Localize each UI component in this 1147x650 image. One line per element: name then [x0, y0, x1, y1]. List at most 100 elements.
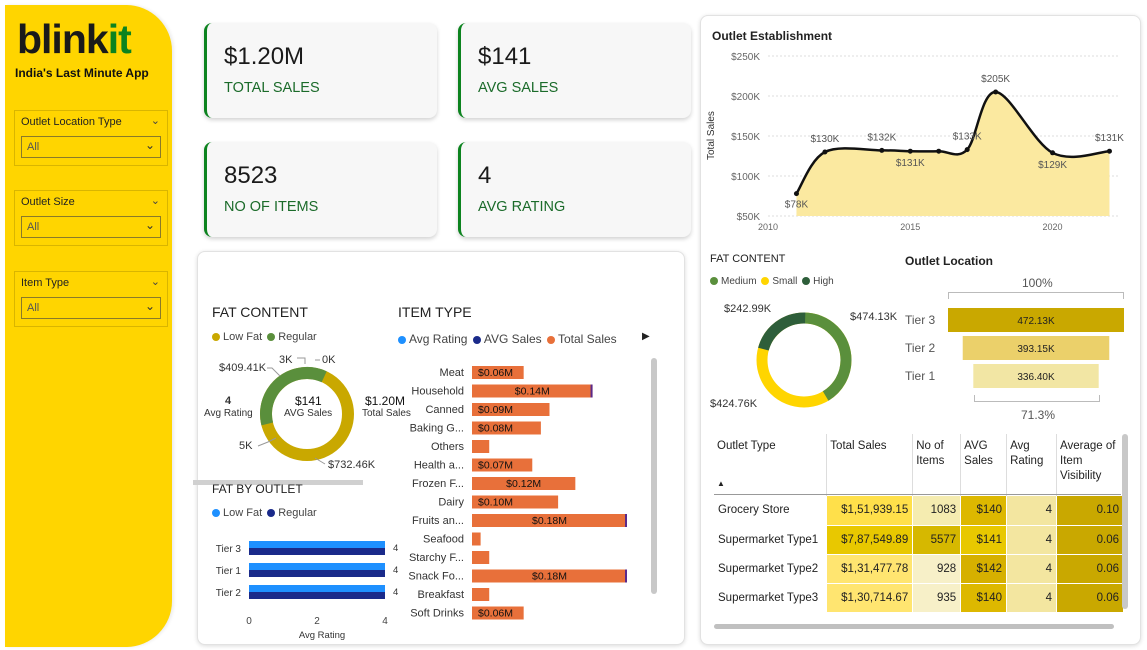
legend-dot	[802, 277, 811, 285]
data-label: 5K	[239, 440, 253, 452]
data-point	[993, 89, 999, 95]
col-header[interactable]: Average of Item Visibility	[1057, 434, 1124, 496]
chevron-down-icon[interactable]: ⌄	[151, 114, 160, 127]
vertical-scrollbar[interactable]	[651, 358, 657, 594]
table-header-divider	[714, 494, 1121, 495]
outlet-type-table: Outlet Type ▲ Total Sales No of Items AVG…	[714, 434, 1124, 626]
col-header[interactable]: AVG Sales	[960, 434, 1008, 496]
table-cell: $1,51,939.15	[826, 496, 914, 526]
bar-low-fat	[249, 541, 385, 548]
col-header[interactable]: Avg Rating	[1006, 434, 1058, 496]
bar	[472, 532, 481, 546]
table-horizontal-scrollbar[interactable]	[714, 624, 1114, 629]
kpi-no-of-items: 8523 NO OF ITEMS	[204, 142, 437, 237]
table-row[interactable]: Supermarket Type2 $1,31,477.78 928 $142 4 0.0…	[714, 554, 1124, 584]
value-label: 336.40K	[1017, 372, 1055, 383]
dropdown-outlet-size[interactable]: All ⌄	[21, 216, 161, 238]
point-label: $130K	[810, 134, 839, 145]
bar-low-fat	[249, 585, 385, 592]
category-label: Baking G...	[410, 423, 464, 435]
kpi-value: $141	[478, 43, 532, 70]
table-cell: 1083	[912, 496, 962, 526]
data-label: $474.13K	[850, 311, 898, 323]
bar-edge	[590, 384, 593, 398]
kpi-avg-rating: 4 AVG RATING	[458, 142, 691, 237]
table-cell: $1,31,477.78	[826, 554, 914, 584]
value-label: $0.18M	[532, 571, 567, 583]
y-tick-label: $250K	[731, 52, 760, 63]
kpi-label: TOTAL SALES	[224, 80, 320, 96]
point-label: $131K	[1095, 133, 1124, 144]
table-cell: $142	[960, 554, 1008, 584]
point-label: $133K	[953, 132, 982, 143]
category-label: Fruits an...	[412, 515, 464, 527]
item-type-title: ITEM TYPE	[398, 304, 472, 320]
table-row[interactable]: Supermarket Type1 $7,87,549.89 5577 $141 4 0.…	[714, 525, 1124, 555]
x-tick-label: 4	[382, 616, 388, 627]
table-row[interactable]: Grocery Store $1,51,939.15 1083 $140 4 0.10	[714, 496, 1124, 526]
data-label: $409.41K	[219, 362, 267, 374]
category-label: Health a...	[414, 460, 464, 472]
funnel-bottom-label: 71.3%	[1021, 408, 1056, 422]
chevron-down-icon[interactable]: ⌄	[151, 275, 160, 288]
kpi-label: NO OF ITEMS	[224, 199, 319, 215]
funnel-bracket-bottom	[974, 395, 1100, 402]
col-header[interactable]: Total Sales	[826, 434, 914, 496]
table-cell: 928	[912, 554, 962, 584]
y-tick-label: $50K	[737, 212, 761, 223]
fat-by-outlet-title: FAT BY OUTLET	[212, 482, 303, 496]
x-tick-label: 0	[246, 616, 252, 627]
table-cell: 0.06	[1056, 554, 1124, 584]
dropdown-item-type[interactable]: All ⌄	[21, 297, 161, 319]
category-label: Snack Fo...	[408, 571, 464, 583]
slicer-outlet-location-type[interactable]: Outlet Location Type ⌄ All ⌄	[14, 110, 168, 166]
col-header[interactable]: No of Items	[912, 434, 962, 496]
kpi-total-sales: $1.20M TOTAL SALES	[204, 23, 437, 118]
sidebar: blinkit India's Last Minute App Outlet L…	[5, 5, 172, 647]
category-label: Tier 2	[216, 588, 242, 599]
fat-content-2-donut	[756, 312, 852, 408]
col-header[interactable]: Outlet Type ▲	[714, 434, 828, 496]
fat-content-legend: Low Fat Regular	[212, 331, 317, 343]
y-tick-label: $150K	[731, 132, 760, 143]
slicer-title: Outlet Location Type	[21, 116, 122, 128]
data-label: 0K	[322, 354, 336, 366]
table-cell: 0.06	[1056, 583, 1124, 613]
category-label: Tier 1	[216, 566, 242, 577]
value-label: 4	[393, 543, 398, 554]
category-label: Frozen F...	[412, 478, 464, 490]
legend-next-arrow-icon[interactable]: ▶	[642, 331, 650, 342]
table-cell: Supermarket Type2	[714, 554, 828, 584]
x-tick-label: 2020	[1043, 222, 1063, 232]
slicer-outlet-size[interactable]: Outlet Size ⌄ All ⌄	[14, 190, 168, 246]
category-label: Household	[411, 386, 464, 398]
dropdown-outlet-location-type[interactable]: All ⌄	[21, 136, 161, 158]
data-label: $424.76K	[710, 398, 758, 410]
table-cell: 4	[1006, 496, 1058, 526]
fat-content-title: FAT CONTENT	[212, 304, 308, 320]
category-label: Tier 3	[216, 544, 242, 555]
data-point	[1106, 148, 1112, 154]
x-tick-label: 2	[314, 616, 320, 627]
value-label: $0.08M	[478, 423, 513, 435]
chevron-down-icon[interactable]: ⌄	[151, 194, 160, 207]
slicer-item-type[interactable]: Item Type ⌄ All ⌄	[14, 271, 168, 327]
point-label: $129K	[1038, 160, 1067, 171]
bar	[472, 551, 490, 564]
data-point	[1050, 150, 1056, 156]
data-point	[907, 148, 913, 154]
legend-dot	[212, 333, 220, 341]
table-vertical-scrollbar[interactable]	[1122, 434, 1128, 609]
table-cell: $1,30,714.67	[826, 583, 914, 613]
bar-regular	[249, 592, 385, 599]
chevron-down-icon: ⌄	[144, 299, 155, 313]
chevron-down-icon: ⌄	[144, 138, 155, 152]
value-label: $0.14M	[515, 386, 550, 398]
data-point	[879, 147, 885, 153]
table-row[interactable]: Supermarket Type3 $1,30,714.67 935 $140 4 0.0…	[714, 583, 1124, 613]
category-label: Tier 2	[905, 341, 936, 355]
y-tick-label: $200K	[731, 92, 760, 103]
bar-regular	[249, 570, 385, 577]
chevron-down-icon: ⌄	[144, 218, 155, 232]
avg-sales-value: $141	[295, 394, 322, 408]
